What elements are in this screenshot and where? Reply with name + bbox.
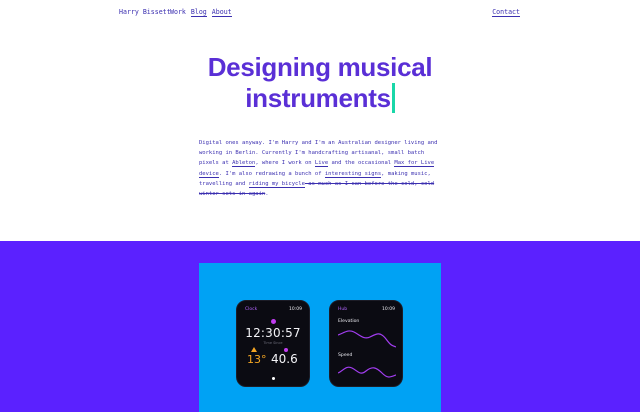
intro-text: . I'm also redrawing a bunch of — [218, 170, 325, 177]
nav-contact-link[interactable]: Contact — [492, 8, 520, 17]
intro-text: and the occasional — [328, 160, 395, 167]
ableton-link[interactable]: Ableton — [232, 160, 256, 168]
watch-time-small: 10:09 — [382, 307, 395, 312]
text-cursor-icon — [391, 83, 395, 113]
hero-heading: Designing musical instruments — [0, 52, 640, 114]
intro-paragraph: Digital ones anyway. I'm Harry and I'm a… — [199, 138, 444, 199]
live-link[interactable]: Live — [314, 160, 329, 168]
elevation-graph — [338, 330, 396, 348]
warning-triangle-icon — [251, 347, 257, 352]
elevation-label: Elevation — [338, 319, 360, 324]
top-nav: Harry Bissett Work Blog About Contact — [0, 8, 640, 18]
nav-work-link[interactable]: Work — [170, 8, 186, 17]
watch-time-small: 10:09 — [289, 307, 302, 312]
watch-status-bar: Clock 10:09 — [245, 307, 302, 312]
watch-status-bar: Hub 10:09 — [338, 307, 395, 312]
hero-line-1: Designing musical — [207, 52, 433, 82]
nav-about-link[interactable]: About — [211, 8, 232, 17]
hero-line-2: instruments — [245, 83, 391, 113]
nav-links: Work Blog About — [170, 8, 232, 17]
watch-temperature: 13° — [247, 353, 267, 366]
speed-graph — [338, 366, 396, 378]
intro-text: , where I work on — [255, 160, 315, 167]
brand-link[interactable]: Harry Bissett — [119, 8, 171, 16]
project-card[interactable]: Clock 10:09 12:30:57 Time Since 13° 40.6… — [199, 263, 441, 412]
intro-text: . — [265, 191, 269, 198]
page-indicator-icon — [272, 377, 275, 380]
watch-graph-screen: Hub 10:09 Elevation Speed — [329, 300, 403, 387]
watch-clock-readout: 12:30:57 — [245, 326, 301, 340]
indicator-dot-icon — [271, 319, 276, 324]
speed-label: Speed — [338, 353, 353, 358]
watch-app-label: Hub — [338, 307, 348, 312]
watch-clock-screen: Clock 10:09 12:30:57 Time Since 13° 40.6 — [236, 300, 310, 387]
watch-clock-caption: Time Since — [263, 341, 283, 345]
riding-bicycle-link[interactable]: riding my bicycle — [248, 180, 305, 188]
watch-app-label: Clock — [245, 307, 258, 312]
watch-metric-value: 40.6 — [271, 352, 298, 366]
interesting-signs-link[interactable]: interesting signs — [324, 170, 382, 178]
nav-blog-link[interactable]: Blog — [190, 8, 207, 17]
